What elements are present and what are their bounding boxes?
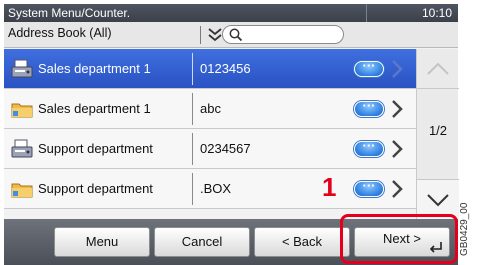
fax-icon [11,59,33,78]
search-icon [229,28,243,42]
filter-divider [200,26,201,44]
menu-button[interactable]: Menu [54,227,150,257]
scroll-up-button[interactable] [417,49,459,89]
scroll-down-button[interactable] [417,179,459,219]
list-item[interactable]: Sales department 1 abc [4,89,416,129]
callout-highlight [340,214,458,264]
contact-destination: 0123456 [200,61,251,76]
detail-button[interactable] [354,58,384,77]
chevron-right-icon [392,180,403,198]
chevron-right-icon [392,100,403,118]
contact-name: Support department [38,181,153,196]
list-item[interactable]: Support department .BOX [4,169,416,209]
contact-name: Sales department 1 [38,61,151,76]
column-divider [192,133,193,165]
title-bar: System Menu/Counter. 10:10 [4,4,458,22]
detail-button[interactable] [354,98,384,117]
list-item[interactable]: Sales department 1 0123456 [4,49,416,89]
address-book-filter-bar: Address Book (All) [4,22,458,48]
cancel-button[interactable]: Cancel [154,227,250,257]
column-divider [192,173,193,205]
detail-button[interactable] [354,178,384,197]
fax-icon [11,139,33,158]
figure-code: GB0429_00 [459,202,470,256]
address-list: Sales department 1 0123456 Sales departm… [4,49,416,219]
list-item[interactable]: Support department 0234567 [4,129,416,169]
contact-name: Sales department 1 [38,101,151,116]
contact-name: Support department [38,141,153,156]
chevron-right-icon [392,140,403,158]
search-input[interactable] [222,25,344,44]
contact-destination: abc [200,101,221,116]
contact-destination: 0234567 [200,141,251,156]
title-divider [366,4,367,22]
folder-icon [11,183,33,198]
back-button[interactable]: < Back [254,227,350,257]
screen-title: System Menu/Counter. [8,6,131,20]
address-book-selector[interactable]: Address Book (All) [8,26,112,40]
page-indicator: 1/2 [428,123,448,138]
column-divider [192,53,193,85]
scroll-column: 1/2 [416,49,459,219]
folder-icon [11,103,33,118]
contact-destination: .BOX [200,181,232,196]
column-divider [192,93,193,125]
clock: 10:10 [421,6,452,20]
chevron-up-icon [427,62,449,75]
chevron-right-icon [392,60,403,78]
callout-number: 1 [322,172,337,202]
detail-button[interactable] [354,138,384,157]
